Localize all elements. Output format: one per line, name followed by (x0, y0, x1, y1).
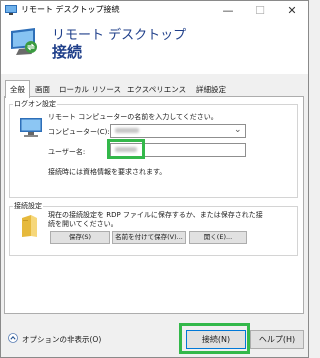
connection-settings-label: 接続設定 (13, 201, 43, 211)
maximize-button: ☐ (255, 4, 265, 17)
computer-label: コンピューター(C): (48, 128, 110, 136)
connect-highlight (179, 323, 250, 354)
computer-icon (20, 118, 42, 137)
help-button[interactable]: ヘルプ(H) (250, 330, 304, 349)
chevron-down-icon[interactable]: ⌄ (234, 125, 242, 135)
folder-icon (22, 215, 37, 237)
hide-options-link[interactable]: オプションの非表示(O) (22, 334, 101, 345)
tab-advanced[interactable]: 詳細設定 (192, 82, 230, 97)
computer-combobox[interactable]: ⌄ (110, 124, 246, 138)
window-title: リモート デスクトップ接続 (21, 5, 120, 14)
open-button[interactable]: 開く(E)... (189, 231, 247, 244)
tab-experience[interactable]: エクスペリエンス (123, 82, 190, 97)
save-button[interactable]: 保存(S) (50, 231, 110, 244)
remote-desktop-app-icon (5, 5, 17, 15)
computer-value-redacted (115, 128, 139, 133)
save-as-button[interactable]: 名前を付けて保存(V)... (112, 231, 186, 244)
minimize-button[interactable]: — (212, 1, 244, 21)
collapse-arrow-icon[interactable] (8, 333, 18, 343)
credentials-note: 接続時には資格情報を要求されます。 (48, 168, 167, 176)
tab-display[interactable]: 画面 (31, 82, 54, 97)
user-name-highlight (107, 139, 145, 159)
remote-desktop-logo-icon (11, 28, 37, 55)
tab-local-resources[interactable]: ローカル リソース (55, 82, 125, 97)
tab-general[interactable]: 全般 (5, 80, 30, 98)
banner-subtitle: 接続 (52, 43, 83, 61)
user-label: ユーザー名: (48, 148, 86, 156)
logon-settings-label: ログオン設定 (13, 99, 57, 109)
computer-name-prompt: リモート コンピューターの名前を入力してください。 (48, 113, 218, 121)
connection-text-line2: 続を開いてください。 (48, 220, 118, 228)
close-button[interactable]: ✕ (276, 1, 308, 21)
